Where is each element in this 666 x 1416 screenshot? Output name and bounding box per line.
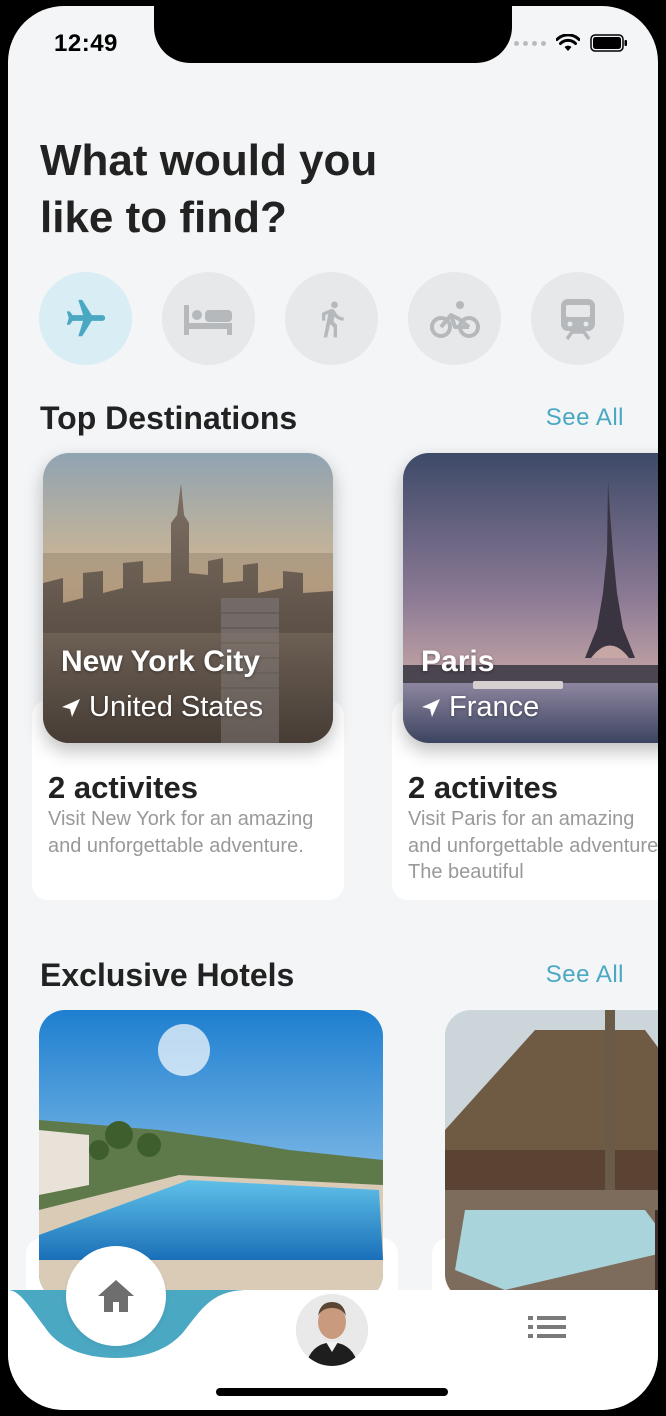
destination-country: United States [61, 691, 263, 724]
category-flights[interactable] [39, 272, 132, 365]
destination-city-name: New York City [61, 645, 260, 678]
profile-avatar[interactable] [296, 1294, 368, 1366]
home-tab-button[interactable] [66, 1246, 166, 1346]
category-trains[interactable] [531, 272, 624, 365]
home-icon [98, 1280, 134, 1312]
location-arrow-icon [62, 698, 80, 717]
avatar-image [296, 1294, 368, 1366]
wifi-icon [556, 34, 580, 51]
destination-activities-count: 2 activites [408, 770, 558, 805]
page-title: What would you like to find? [40, 136, 378, 242]
status-icons [514, 34, 628, 52]
destination-description: Visit New York for an amazing and unforg… [48, 808, 314, 857]
destination-photo-new-york[interactable]: New York City United States [43, 453, 333, 743]
list-icon [528, 1316, 566, 1338]
category-selector [39, 272, 624, 365]
walking-icon [321, 301, 344, 337]
destination-activities-count: 2 activites [48, 770, 198, 805]
exclusive-hotels-title: Exclusive Hotels [40, 957, 295, 993]
category-hotels[interactable] [162, 272, 255, 365]
destination-country-label: United States [89, 691, 264, 723]
top-destinations-title: Top Destinations [40, 400, 298, 436]
list-tab-button[interactable] [528, 1314, 566, 1345]
battery-icon [590, 34, 627, 52]
destination-city-name: Paris [421, 645, 495, 678]
notch [154, 6, 512, 63]
cellular-signal-icon [514, 40, 546, 46]
category-walking[interactable] [285, 272, 378, 365]
location-arrow-icon [422, 698, 440, 717]
top-destinations-see-all-link[interactable]: See All [546, 404, 624, 432]
destination-country-label: France [449, 691, 540, 723]
destination-description: Visit Paris for an amazing and unforgett… [408, 808, 658, 883]
status-time: 12:49 [54, 30, 118, 57]
phone-screen: 12:49 What would you like to find? Top D… [8, 6, 658, 1410]
hotel-photo-2[interactable] [445, 1010, 658, 1300]
train-icon [560, 298, 595, 340]
home-indicator [216, 1388, 448, 1396]
exclusive-hotels-see-all-link[interactable]: See All [546, 961, 624, 989]
hotel-resort-image [445, 1010, 658, 1300]
destination-photo-paris[interactable]: Paris France [403, 453, 658, 743]
destination-country: France [421, 691, 539, 724]
bed-icon [183, 304, 232, 335]
bicycle-icon [429, 300, 480, 338]
category-cycling[interactable] [408, 272, 501, 365]
airplane-icon [66, 299, 105, 336]
